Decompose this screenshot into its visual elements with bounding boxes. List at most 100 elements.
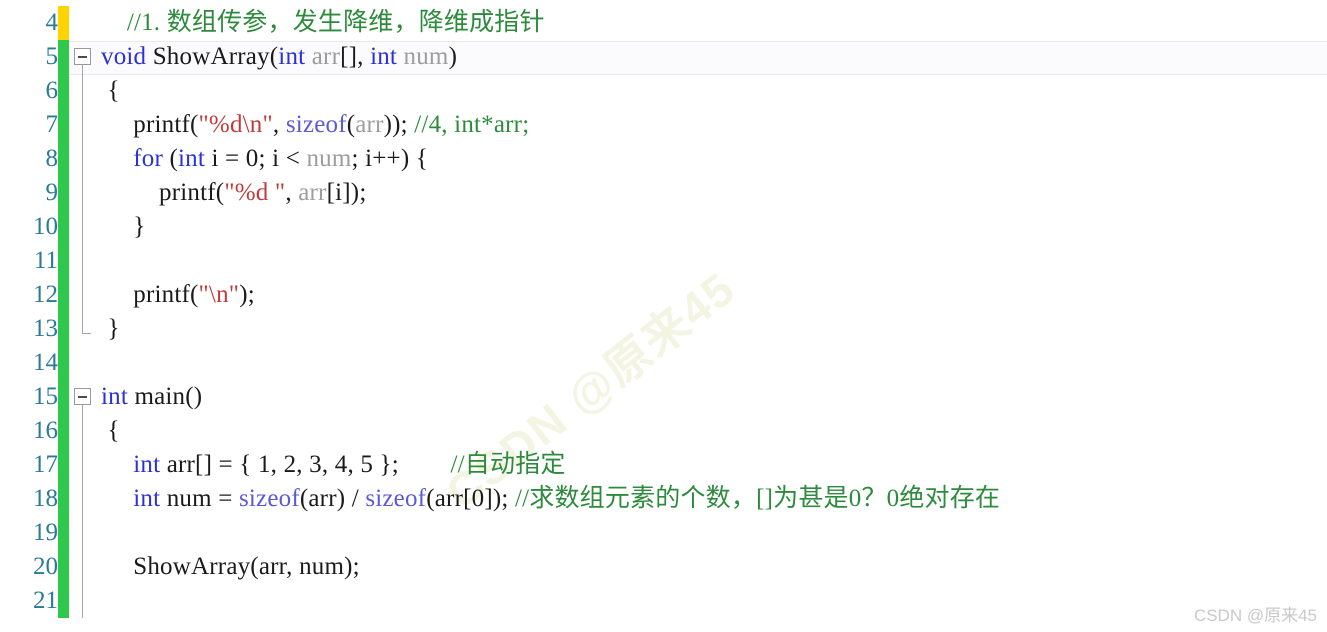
change-track-marker bbox=[58, 346, 69, 380]
change-track-marker bbox=[58, 380, 69, 414]
fold-column[interactable] bbox=[69, 278, 95, 312]
outline-guide-line bbox=[82, 516, 83, 550]
outline-guide-line bbox=[82, 448, 83, 482]
code-token: printf( bbox=[101, 281, 199, 308]
code-line[interactable]: 10 } bbox=[0, 210, 1327, 244]
outline-guide-line bbox=[82, 244, 83, 278]
code-lines-container: 3 4 //1. 数组传参，发生降维，降维成指针 5 void ShowArray(… bbox=[0, 0, 1327, 618]
fold-column[interactable] bbox=[69, 176, 95, 210]
code-token: arr bbox=[298, 179, 327, 206]
code-token: ; i++) { bbox=[351, 145, 429, 172]
code-token: int bbox=[178, 145, 205, 172]
code-token: ( bbox=[163, 145, 178, 172]
code-token: "%d\n" bbox=[198, 111, 273, 138]
code-text[interactable]: printf("\n"); bbox=[95, 278, 1327, 312]
code-line[interactable]: 13 } bbox=[0, 312, 1327, 346]
fold-column[interactable] bbox=[69, 108, 95, 142]
code-token: { bbox=[101, 417, 120, 444]
code-text[interactable]: int main() bbox=[95, 380, 1327, 414]
code-token: for bbox=[133, 145, 164, 172]
code-text[interactable]: printf("%d ", arr[i]); bbox=[95, 176, 1327, 210]
outline-guide-line bbox=[82, 176, 83, 210]
fold-column[interactable] bbox=[69, 448, 95, 482]
fold-column[interactable] bbox=[69, 6, 95, 40]
fold-column[interactable] bbox=[69, 210, 95, 244]
fold-column[interactable] bbox=[69, 482, 95, 516]
code-editor-surface[interactable]: CSDN @原来45 3 4 //1. 数组传参，发生降维，降维成指针 5 void… bbox=[0, 0, 1327, 632]
code-line[interactable]: 19 bbox=[0, 516, 1327, 550]
outline-guide-line bbox=[82, 584, 83, 618]
code-line[interactable]: 4 //1. 数组传参，发生降维，降维成指针 bbox=[0, 6, 1327, 40]
change-track-marker bbox=[58, 210, 69, 244]
code-token: ]); bbox=[484, 485, 515, 512]
code-line[interactable]: 7 printf("%d\n", sizeof(arr)); //4, int*… bbox=[0, 108, 1327, 142]
code-line[interactable]: 11 bbox=[0, 244, 1327, 278]
code-text[interactable]: { bbox=[95, 414, 1327, 448]
code-text[interactable]: int arr[] = { 1, 2, 3, 4, 5 }; //自动指定 bbox=[95, 448, 1327, 482]
code-line[interactable]: 14 bbox=[0, 346, 1327, 380]
code-token: "%d " bbox=[224, 179, 286, 206]
code-text[interactable]: { bbox=[95, 74, 1327, 108]
code-text[interactable]: for (int i = 0; i < num; i++) { bbox=[95, 142, 1327, 176]
code-text[interactable]: } bbox=[95, 312, 1327, 346]
code-token: , bbox=[285, 179, 299, 206]
code-line[interactable]: 6 { bbox=[0, 74, 1327, 108]
change-track-marker bbox=[58, 312, 69, 346]
line-number: 20 bbox=[33, 553, 58, 580]
code-token: num = bbox=[160, 485, 239, 512]
fold-column[interactable] bbox=[69, 74, 95, 108]
code-token: ShowArray(arr, num); bbox=[101, 553, 360, 580]
code-token: 4 bbox=[334, 451, 348, 478]
outline-guide-line bbox=[82, 74, 83, 108]
collapse-minus-icon[interactable] bbox=[74, 388, 91, 405]
line-number: 11 bbox=[33, 247, 58, 274]
code-token: , bbox=[270, 451, 284, 478]
code-text[interactable]: //1. 数组传参，发生降维，降维成指针 bbox=[95, 6, 1327, 40]
change-track-marker bbox=[58, 142, 69, 176]
fold-column[interactable] bbox=[69, 414, 95, 448]
fold-column[interactable] bbox=[69, 516, 95, 550]
fold-column[interactable] bbox=[69, 346, 95, 380]
change-track-marker bbox=[58, 550, 69, 584]
fold-column[interactable] bbox=[69, 312, 95, 346]
code-token: 0 bbox=[245, 145, 259, 172]
code-line[interactable]: 17 int arr[] = { 1, 2, 3, 4, 5 }; //自动指定 bbox=[0, 448, 1327, 482]
line-number: 5 bbox=[45, 43, 59, 70]
outline-guide-end-tick bbox=[82, 333, 91, 334]
code-token: ; i < bbox=[258, 145, 307, 172]
code-line[interactable]: 20 ShowArray(arr, num); bbox=[0, 550, 1327, 584]
fold-column[interactable] bbox=[69, 142, 95, 176]
code-text[interactable]: } bbox=[95, 210, 1327, 244]
code-line[interactable]: 12 printf("\n"); bbox=[0, 278, 1327, 312]
code-token: //4, int*arr; bbox=[414, 111, 530, 138]
collapse-minus-icon[interactable] bbox=[74, 48, 91, 65]
line-number: 6 bbox=[45, 77, 59, 104]
code-line[interactable]: 5 void ShowArray(int arr[], int num) bbox=[0, 40, 1327, 75]
code-text[interactable]: int num = sizeof(arr) / sizeof(arr[0]); … bbox=[95, 482, 1327, 516]
code-line[interactable]: 9 printf("%d ", arr[i]); bbox=[0, 176, 1327, 210]
code-line[interactable]: 21 bbox=[0, 584, 1327, 618]
change-track-marker bbox=[58, 6, 69, 40]
line-number: 12 bbox=[33, 281, 58, 308]
code-text[interactable]: void ShowArray(int arr[], int num) bbox=[95, 40, 1327, 74]
fold-column[interactable] bbox=[69, 550, 95, 584]
code-line[interactable]: 16 { bbox=[0, 414, 1327, 448]
code-line[interactable]: 8 for (int i = 0; i < num; i++) { bbox=[0, 142, 1327, 176]
code-token: int bbox=[133, 485, 161, 512]
code-line[interactable]: 15 int main() bbox=[0, 380, 1327, 414]
code-line[interactable]: 18 int num = sizeof(arr) / sizeof(arr[0]… bbox=[0, 482, 1327, 516]
fold-column[interactable] bbox=[69, 244, 95, 278]
fold-column[interactable] bbox=[69, 584, 95, 618]
code-token: sizeof bbox=[238, 485, 300, 512]
change-track-marker bbox=[58, 482, 69, 516]
code-token: printf( bbox=[101, 179, 225, 206]
code-token: } bbox=[101, 213, 146, 240]
code-text[interactable]: printf("%d\n", sizeof(arr)); //4, int*ar… bbox=[95, 108, 1327, 142]
outline-guide-line bbox=[82, 482, 83, 516]
fold-column[interactable] bbox=[69, 40, 95, 74]
code-text[interactable]: ShowArray(arr, num); bbox=[95, 550, 1327, 584]
code-token: (arr[ bbox=[426, 485, 472, 512]
fold-column[interactable] bbox=[69, 380, 95, 414]
